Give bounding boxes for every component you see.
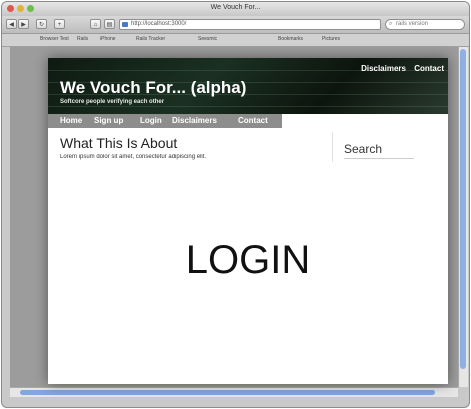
- site-title[interactable]: We Vouch For... (alpha): [60, 78, 246, 98]
- globe-icon: [122, 22, 128, 27]
- horizontal-scrollbar[interactable]: [10, 387, 458, 397]
- top-link-disclaimers[interactable]: Disclaimers: [361, 64, 406, 73]
- bookmark-item[interactable]: Bookmarks: [278, 36, 303, 42]
- title-bar: We Vouch For...: [2, 2, 469, 16]
- web-page: Disclaimers Contact We Vouch For... (alp…: [48, 58, 448, 384]
- nav-login[interactable]: Login: [140, 116, 162, 125]
- add-bookmark-button[interactable]: +: [54, 19, 65, 29]
- window-title: We Vouch For...: [210, 4, 261, 11]
- address-bar[interactable]: http://localhost:3000/: [119, 19, 381, 30]
- top-links: Disclaimers Contact: [355, 64, 444, 73]
- horizontal-scroll-thumb[interactable]: [20, 390, 435, 395]
- reload-button[interactable]: ↻: [36, 19, 47, 29]
- forward-button[interactable]: ▶: [18, 19, 29, 29]
- site-nav: Home Sign up Login Disclaimers Contact: [48, 114, 282, 128]
- login-placeholder-panel: LOGIN: [48, 164, 448, 384]
- bookmark-item[interactable]: Browser Test: [40, 36, 69, 42]
- home-button[interactable]: ⌂: [90, 19, 101, 29]
- sidebar-rule: [344, 158, 414, 159]
- back-arrow-icon: ◀: [9, 22, 14, 28]
- reload-icon: ↻: [38, 22, 45, 28]
- site-header: Disclaimers Contact We Vouch For... (alp…: [48, 58, 448, 114]
- login-label: LOGIN: [185, 238, 311, 282]
- back-button[interactable]: ◀: [6, 19, 17, 29]
- sidebar-search-heading: Search: [344, 142, 383, 156]
- bookmark-item[interactable]: Rails: [77, 36, 88, 42]
- search-icon: ⌕: [389, 21, 393, 27]
- nav-contact[interactable]: Contact: [238, 116, 268, 125]
- bookmark-item[interactable]: Seesmic: [198, 36, 217, 42]
- content-body: Lorem ipsum dolor sit amet, consectetur …: [60, 154, 207, 160]
- book-icon: ▤: [106, 22, 113, 28]
- browser-window: We Vouch For... ◀ ▶ ↻ + ⌂ ▤ http://local…: [1, 1, 470, 408]
- nav-sign-up[interactable]: Sign up: [94, 116, 123, 125]
- browser-search-field[interactable]: ⌕ rails version: [385, 19, 465, 30]
- bookmark-item[interactable]: Rails Tracker: [136, 36, 165, 42]
- vertical-scroll-thumb[interactable]: [460, 49, 466, 369]
- forward-arrow-icon: ▶: [21, 22, 26, 28]
- site-tagline: Softcore people verifying each other: [60, 99, 165, 105]
- bookmark-item[interactable]: Pictures: [322, 36, 340, 42]
- plus-icon: +: [57, 22, 62, 28]
- browser-toolbar: ◀ ▶ ↻ + ⌂ ▤ http://localhost:3000/ ⌕ rai…: [2, 16, 469, 34]
- browser-search-text: rails version: [396, 21, 429, 27]
- address-text: http://localhost:3000/: [131, 21, 187, 27]
- bookmarks-bar: Browser Test Rails iPhone Rails Tracker …: [2, 34, 469, 47]
- bookmarks-button[interactable]: ▤: [104, 19, 115, 29]
- content-heading: What This Is About: [60, 135, 178, 151]
- vertical-scrollbar[interactable]: [458, 47, 468, 387]
- top-link-contact[interactable]: Contact: [414, 64, 444, 73]
- nav-home[interactable]: Home: [60, 116, 82, 125]
- nav-disclaimers[interactable]: Disclaimers: [172, 116, 217, 125]
- sidebar-divider: [332, 132, 333, 162]
- bookmark-item[interactable]: iPhone: [100, 36, 116, 42]
- home-icon: ⌂: [93, 22, 98, 28]
